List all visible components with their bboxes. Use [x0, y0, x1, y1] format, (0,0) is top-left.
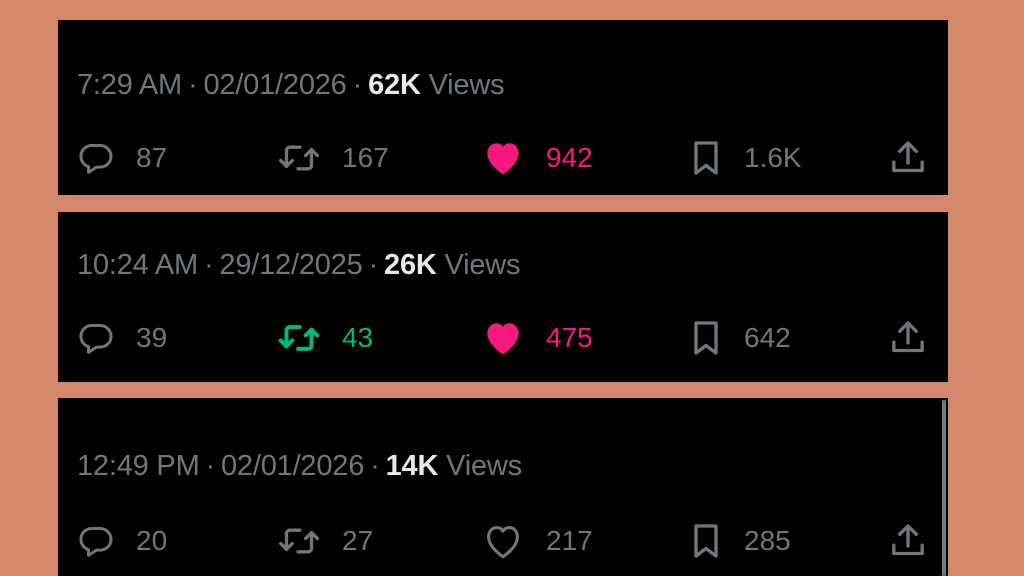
post-card[interactable]: 10:24 AM · 29/12/2025 · 26K Views 39 43 475 [58, 212, 948, 382]
bookmark-icon [688, 138, 724, 178]
action-bar: 87 167 942 1.6K [58, 136, 948, 180]
retweet-count: 43 [342, 322, 374, 353]
like-count: 942 [546, 142, 593, 173]
meta-separator: · [368, 249, 379, 281]
post-meta: 12:49 PM · 02/01/2026 · 14K Views [77, 450, 522, 483]
post-date[interactable]: 02/01/2026 [221, 450, 364, 482]
meta-separator: · [370, 450, 380, 482]
post-card[interactable]: 7:29 AM · 02/01/2026 · 62K Views 87 167 942 [58, 20, 948, 195]
share-icon [888, 138, 928, 178]
action-bar: 20 27 217 285 [58, 519, 948, 563]
meta-separator: · [203, 249, 214, 281]
action-bar: 39 43 475 642 [58, 316, 948, 360]
reply-button[interactable]: 20 [76, 519, 167, 563]
like-button[interactable]: 942 [482, 136, 593, 180]
post-time[interactable]: 7:29 AM [77, 69, 182, 101]
post-date[interactable]: 29/12/2025 [219, 249, 362, 281]
like-button[interactable]: 217 [482, 519, 593, 563]
share-icon [888, 521, 928, 561]
bookmark-count: 285 [744, 525, 791, 556]
heart-icon [482, 138, 524, 178]
views-label[interactable]: Views [446, 450, 522, 482]
post-time[interactable]: 12:49 PM [77, 450, 200, 482]
views-label[interactable]: Views [445, 249, 521, 281]
reply-icon [76, 318, 116, 358]
retweet-count: 27 [342, 525, 374, 556]
post-meta: 7:29 AM · 02/01/2026 · 62K Views [77, 69, 505, 102]
retweet-button[interactable]: 27 [276, 519, 373, 563]
views-count[interactable]: 62K [368, 69, 421, 101]
share-button[interactable] [888, 316, 928, 360]
like-count: 475 [546, 322, 593, 353]
retweet-icon [276, 318, 322, 358]
reply-button[interactable]: 39 [76, 316, 167, 360]
bookmark-icon [688, 521, 724, 561]
views-label[interactable]: Views [429, 69, 505, 101]
share-icon [888, 318, 928, 358]
like-button[interactable]: 475 [482, 316, 593, 360]
bookmark-button[interactable]: 1.6K [688, 136, 802, 180]
reply-count: 87 [136, 142, 168, 173]
retweet-button[interactable]: 167 [276, 136, 389, 180]
reply-count: 39 [136, 322, 168, 353]
views-count[interactable]: 14K [386, 450, 439, 482]
bookmark-count: 1.6K [744, 142, 802, 173]
meta-separator: · [352, 69, 363, 101]
share-button[interactable] [888, 136, 928, 180]
bookmark-count: 642 [744, 322, 791, 353]
like-count: 217 [546, 525, 593, 556]
post-meta: 10:24 AM · 29/12/2025 · 26K Views [77, 249, 521, 282]
views-count[interactable]: 26K [384, 249, 437, 281]
retweet-button[interactable]: 43 [276, 316, 373, 360]
reply-icon [76, 138, 116, 178]
heart-icon [482, 318, 524, 358]
bookmark-button[interactable]: 285 [688, 519, 791, 563]
reply-icon [76, 521, 116, 561]
meta-separator: · [205, 450, 216, 482]
meta-separator: · [188, 69, 198, 101]
stage: 7:29 AM · 02/01/2026 · 62K Views 87 167 942 [0, 0, 1024, 576]
post-time[interactable]: 10:24 AM [77, 249, 198, 281]
post-card[interactable]: 12:49 PM · 02/01/2026 · 14K Views 20 27 217 [58, 398, 948, 576]
share-button[interactable] [888, 519, 928, 563]
heart-icon [482, 521, 524, 561]
bookmark-button[interactable]: 642 [688, 316, 791, 360]
reply-count: 20 [136, 525, 168, 556]
retweet-icon [276, 521, 322, 561]
reply-button[interactable]: 87 [76, 136, 167, 180]
bookmark-icon [688, 318, 724, 358]
post-date[interactable]: 02/01/2026 [203, 69, 346, 101]
retweet-icon [276, 138, 322, 178]
retweet-count: 167 [342, 142, 389, 173]
